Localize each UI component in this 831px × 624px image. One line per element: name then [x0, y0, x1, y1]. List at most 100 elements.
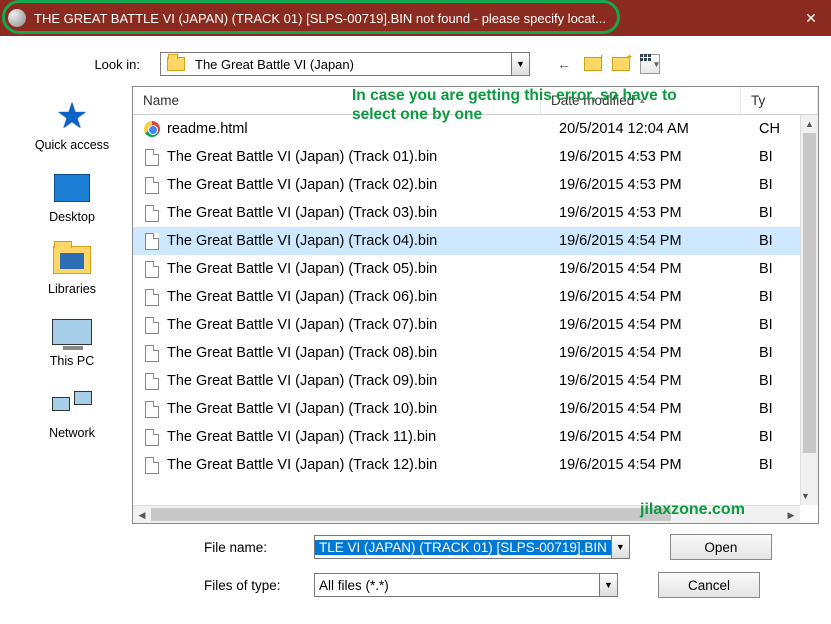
file-row[interactable]: readme.html20/5/2014 12:04 AMCH [133, 115, 818, 143]
cancel-button[interactable]: Cancel [658, 572, 760, 598]
filename-label: File name: [204, 540, 314, 555]
folder-icon [167, 57, 185, 71]
place-quick-access[interactable]: ★ Quick access [12, 90, 132, 158]
chrome-icon [143, 120, 161, 138]
file-rows: readme.html20/5/2014 12:04 AMCH The Great… [133, 115, 818, 479]
filetype-label: Files of type: [204, 578, 314, 593]
vertical-scrollbar[interactable]: ▲ ▼ [800, 115, 818, 505]
scroll-right-icon[interactable]: ▶ [782, 506, 800, 524]
file-date: 19/6/2015 4:53 PM [559, 205, 759, 221]
file-date: 19/6/2015 4:54 PM [559, 401, 759, 417]
document-icon [143, 260, 161, 278]
scroll-down-icon[interactable]: ▼ [801, 487, 810, 505]
file-row[interactable]: The Great Battle VI (Japan) (Track 10).b… [133, 395, 818, 423]
file-list-pane: Name Date modified▲ Ty readme.html20/5/2… [132, 86, 819, 524]
file-row[interactable]: The Great Battle VI (Japan) (Track 11).b… [133, 423, 818, 451]
scroll-left-icon[interactable]: ◀ [133, 506, 151, 524]
new-folder-icon[interactable] [612, 57, 630, 71]
file-name: The Great Battle VI (Japan) (Track 11).b… [167, 429, 559, 445]
place-label: Desktop [49, 210, 95, 224]
file-date: 19/6/2015 4:54 PM [559, 261, 759, 277]
file-date: 19/6/2015 4:54 PM [559, 429, 759, 445]
pc-icon [52, 319, 92, 345]
file-name: The Great Battle VI (Japan) (Track 02).b… [167, 177, 559, 193]
file-date: 19/6/2015 4:53 PM [559, 177, 759, 193]
document-icon [143, 204, 161, 222]
places-bar: ★ Quick access Desktop Libraries This PC… [12, 86, 132, 524]
file-date: 19/6/2015 4:53 PM [559, 149, 759, 165]
app-icon [8, 9, 26, 27]
back-icon[interactable]: ← [554, 54, 574, 74]
chevron-down-icon[interactable]: ▼ [511, 53, 529, 75]
view-menu-button[interactable]: ▼ [640, 54, 660, 74]
file-date: 19/6/2015 4:54 PM [559, 457, 759, 473]
document-icon [143, 400, 161, 418]
document-icon [143, 316, 161, 334]
filetype-value: All files (*.*) [315, 578, 599, 593]
nav-icons: ← ▼ [554, 54, 660, 74]
column-headers: Name Date modified▲ Ty [133, 87, 818, 115]
file-name: The Great Battle VI (Japan) (Track 10).b… [167, 401, 559, 417]
file-row[interactable]: The Great Battle VI (Japan) (Track 02).b… [133, 171, 818, 199]
window-title: THE GREAT BATTLE VI (JAPAN) (TRACK 01) [… [34, 11, 791, 26]
file-row[interactable]: The Great Battle VI (Japan) (Track 04).b… [133, 227, 818, 255]
lookin-value: The Great Battle VI (Japan) [191, 57, 511, 72]
file-name: The Great Battle VI (Japan) (Track 05).b… [167, 261, 559, 277]
open-button[interactable]: Open [670, 534, 772, 560]
document-icon [143, 372, 161, 390]
file-date: 19/6/2015 4:54 PM [559, 373, 759, 389]
document-icon [143, 456, 161, 474]
document-icon [143, 232, 161, 250]
place-label: Network [49, 426, 95, 440]
file-date: 20/5/2014 12:04 AM [559, 121, 759, 137]
filetype-combo[interactable]: All files (*.*) ▼ [314, 573, 618, 597]
column-name[interactable]: Name [133, 87, 541, 114]
file-row[interactable]: The Great Battle VI (Japan) (Track 06).b… [133, 283, 818, 311]
column-date[interactable]: Date modified▲ [541, 87, 741, 114]
document-icon [143, 428, 161, 446]
network-icon [52, 391, 92, 417]
close-button[interactable]: ✕ [791, 0, 831, 36]
document-icon [143, 176, 161, 194]
place-label: This PC [50, 354, 94, 368]
column-type[interactable]: Ty [741, 87, 818, 114]
horizontal-scrollbar[interactable]: ◀ ▶ [133, 505, 800, 523]
file-date: 19/6/2015 4:54 PM [559, 233, 759, 249]
place-label: Quick access [35, 138, 109, 152]
place-label: Libraries [48, 282, 96, 296]
up-one-level-icon[interactable] [584, 57, 602, 71]
file-row[interactable]: The Great Battle VI (Japan) (Track 03).b… [133, 199, 818, 227]
file-name: The Great Battle VI (Japan) (Track 07).b… [167, 317, 559, 333]
scroll-thumb[interactable] [803, 133, 816, 453]
lookin-combo[interactable]: The Great Battle VI (Japan) ▼ [160, 52, 530, 76]
file-row[interactable]: The Great Battle VI (Japan) (Track 08).b… [133, 339, 818, 367]
star-icon: ★ [56, 95, 88, 137]
file-name: The Great Battle VI (Japan) (Track 04).b… [167, 233, 559, 249]
file-row[interactable]: The Great Battle VI (Japan) (Track 05).b… [133, 255, 818, 283]
document-icon [143, 148, 161, 166]
file-row[interactable]: The Great Battle VI (Japan) (Track 07).b… [133, 311, 818, 339]
titlebar: THE GREAT BATTLE VI (JAPAN) (TRACK 01) [… [0, 0, 831, 36]
chevron-down-icon[interactable]: ▼ [599, 574, 617, 596]
libraries-icon [53, 246, 91, 274]
place-network[interactable]: Network [12, 378, 132, 446]
file-row[interactable]: The Great Battle VI (Japan) (Track 01).b… [133, 143, 818, 171]
place-this-pc[interactable]: This PC [12, 306, 132, 374]
filename-value: TLE VI (JAPAN) (TRACK 01) [SLPS-00719].B… [315, 540, 611, 555]
chevron-down-icon[interactable]: ▼ [611, 536, 629, 558]
file-name: The Great Battle VI (Japan) (Track 09).b… [167, 373, 559, 389]
sort-arrow-icon: ▲ [638, 96, 646, 105]
file-name: The Great Battle VI (Japan) (Track 01).b… [167, 149, 559, 165]
file-row[interactable]: The Great Battle VI (Japan) (Track 12).b… [133, 451, 818, 479]
scroll-up-icon[interactable]: ▲ [801, 115, 818, 133]
scroll-thumb[interactable] [151, 508, 671, 521]
place-libraries[interactable]: Libraries [12, 234, 132, 302]
document-icon [143, 344, 161, 362]
lookin-label: Look in: [70, 57, 140, 72]
bottom-panel: File name: TLE VI (JAPAN) (TRACK 01) [SL… [0, 524, 831, 598]
filename-input[interactable]: TLE VI (JAPAN) (TRACK 01) [SLPS-00719].B… [314, 535, 630, 559]
file-name: The Great Battle VI (Japan) (Track 06).b… [167, 289, 559, 305]
file-row[interactable]: The Great Battle VI (Japan) (Track 09).b… [133, 367, 818, 395]
place-desktop[interactable]: Desktop [12, 162, 132, 230]
file-name: The Great Battle VI (Japan) (Track 08).b… [167, 345, 559, 361]
